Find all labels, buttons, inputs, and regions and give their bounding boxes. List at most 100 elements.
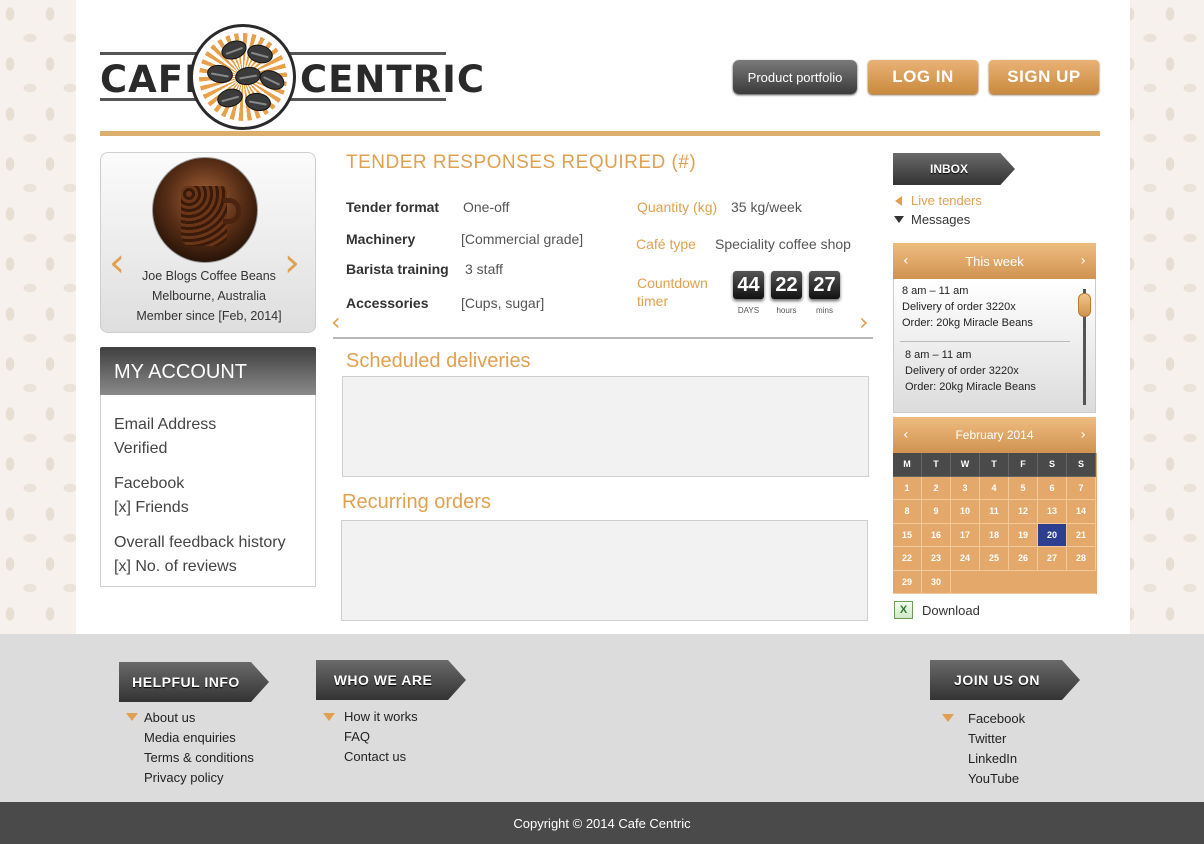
footer-link-facebook[interactable]: Facebook <box>968 709 1025 729</box>
calendar-day[interactable]: 14 <box>1067 500 1096 524</box>
header-divider <box>100 131 1100 136</box>
account-facebook: Facebook [x] Friends <box>114 472 315 520</box>
calendar-day[interactable]: 20 <box>1038 523 1067 547</box>
calendar-day[interactable]: 27 <box>1038 547 1067 571</box>
list-item[interactable]: 8 am – 11 am Delivery of order 3220x Ord… <box>902 283 1033 331</box>
join-us-tab: JOIN US ON <box>930 660 1080 700</box>
calendar-day[interactable]: 4 <box>980 476 1009 500</box>
facebook-friends: [x] Friends <box>114 499 189 516</box>
feedback-reviews: [x] No. of reviews <box>114 558 237 575</box>
footer-link-linkedin[interactable]: LinkedIn <box>968 749 1025 769</box>
event-order: Order: 20kg Miracle Beans <box>902 317 1033 329</box>
calendar-day[interactable]: 22 <box>893 547 922 571</box>
copyright-bar: Copyright © 2014 Cafe Centric <box>0 802 1204 844</box>
week-title: This week <box>965 253 1024 269</box>
facebook-label: Facebook <box>114 475 185 492</box>
calendar-weekday: T <box>922 453 951 477</box>
calendar-day[interactable]: 10 <box>951 500 980 524</box>
event-order: Order: 20kg Miracle Beans <box>905 381 1036 393</box>
avatar <box>152 157 258 263</box>
calendar-day[interactable]: 1 <box>893 476 922 500</box>
week-next-icon[interactable]: › <box>1080 243 1086 279</box>
calendar-day[interactable]: 3 <box>951 476 980 500</box>
list-item[interactable]: 8 am – 11 am Delivery of order 3220x Ord… <box>905 347 1036 395</box>
calendar-weekday: M <box>893 453 922 477</box>
calendar-day[interactable]: 5 <box>1009 476 1038 500</box>
quantity-label: Quantity (kg) <box>637 199 718 215</box>
countdown-hours: 22 <box>771 271 802 299</box>
month-next-icon[interactable]: › <box>1080 417 1086 453</box>
profile-member-since: Member since [Feb, 2014] <box>136 309 282 323</box>
footer-link-how[interactable]: How it works <box>344 707 418 727</box>
calendar-day[interactable]: 8 <box>893 500 922 524</box>
machinery-value: [Commercial grade] <box>461 231 584 247</box>
calendar-day[interactable]: 18 <box>980 523 1009 547</box>
mug-handle-icon <box>223 198 241 224</box>
countdown-days: 44 <box>733 271 764 299</box>
cafe-centric-logo[interactable]: CAFE CENTRIC <box>100 22 484 132</box>
calendar-day[interactable]: 11 <box>980 500 1009 524</box>
my-account-header: MY ACCOUNT <box>100 347 316 395</box>
footer-link-twitter[interactable]: Twitter <box>968 729 1025 749</box>
footer-link-media[interactable]: Media enquiries <box>144 728 254 748</box>
calendar-day[interactable]: 13 <box>1038 500 1067 524</box>
live-tenders-link[interactable]: Live tenders <box>911 193 982 208</box>
cafe-type-value: Speciality coffee shop <box>715 236 851 252</box>
calendar-day[interactable]: 2 <box>922 476 951 500</box>
week-events-list[interactable]: 8 am – 11 am Delivery of order 3220x Ord… <box>893 279 1096 413</box>
calendar-day[interactable]: 29 <box>893 570 922 594</box>
recurring-orders-box <box>341 520 868 621</box>
signup-button[interactable]: SIGN UP <box>989 60 1099 94</box>
calendar-day[interactable]: 12 <box>1009 500 1038 524</box>
footer-link-faq[interactable]: FAQ <box>344 727 418 747</box>
footer-link-privacy[interactable]: Privacy policy <box>144 768 254 788</box>
who-we-are-list: How it works FAQ Contact us <box>344 707 418 767</box>
profile-info: Joe Blogs Coffee Beans Melbourne, Austra… <box>101 266 317 326</box>
feedback-label: Overall feedback history <box>114 534 286 551</box>
countdown-label-2: timer <box>637 293 669 309</box>
calendar-day[interactable]: 19 <box>1009 523 1038 547</box>
hours-unit: hours <box>776 306 797 315</box>
footer-link-terms[interactable]: Terms & conditions <box>144 748 254 768</box>
tender-next-icon[interactable]: › <box>859 308 869 336</box>
calendar-day[interactable]: 17 <box>951 523 980 547</box>
footer-link-about[interactable]: About us <box>144 708 254 728</box>
calendar-day[interactable]: 6 <box>1038 476 1067 500</box>
helpful-info-list: About us Media enquiries Terms & conditi… <box>144 708 254 788</box>
calendar-day[interactable]: 26 <box>1009 547 1038 571</box>
logo-word-right: CENTRIC <box>300 58 486 101</box>
scheduled-deliveries-title: Scheduled deliveries <box>346 350 531 372</box>
product-portfolio-button[interactable]: Product portfolio <box>733 60 857 94</box>
footer-link-youtube[interactable]: YouTube <box>968 769 1025 789</box>
calendar-day[interactable]: 30 <box>922 570 951 594</box>
tender-format-label: Tender format <box>346 199 440 215</box>
download-link[interactable]: Download <box>922 603 980 618</box>
month-prev-icon[interactable]: ‹ <box>903 417 909 453</box>
inbox-tab[interactable]: INBOX <box>893 153 1015 185</box>
calendar-day[interactable]: 9 <box>922 500 951 524</box>
calendar-day[interactable]: 23 <box>922 547 951 571</box>
calendar-day[interactable]: 15 <box>893 523 922 547</box>
calendar-day[interactable]: 25 <box>980 547 1009 571</box>
scrollbar-thumb[interactable] <box>1078 293 1091 317</box>
calendar-weekday: S <box>1067 453 1096 477</box>
coffee-beans-icon <box>190 24 296 130</box>
excel-icon[interactable]: X <box>894 601 913 619</box>
footer-link-contact[interactable]: Contact us <box>344 747 418 767</box>
tender-prev-icon[interactable]: ‹ <box>331 308 341 336</box>
tender-format-value: One-off <box>463 199 510 215</box>
barista-value: 3 staff <box>465 261 503 277</box>
calendar-grid: M T W T F S S 1 2 3 4 5 6 7 8 9 10 11 12 13 14 15 16 17 18 19 20 21… <box>893 453 1097 594</box>
my-account-panel: Email Address Verified Facebook [x] Frie… <box>100 395 316 587</box>
calendar-day[interactable]: 24 <box>951 547 980 571</box>
calendar-day[interactable]: 7 <box>1067 476 1096 500</box>
calendar-day[interactable]: 28 <box>1067 547 1096 571</box>
coffee-mug-icon <box>181 186 227 246</box>
calendar-day[interactable]: 16 <box>922 523 951 547</box>
messages-link[interactable]: Messages <box>911 212 970 227</box>
login-button[interactable]: LOG IN <box>868 60 978 94</box>
week-prev-icon[interactable]: ‹ <box>903 243 909 279</box>
event-line: Delivery of order 3220x <box>902 301 1016 313</box>
calendar-day[interactable]: 21 <box>1067 523 1096 547</box>
accessories-value: [Cups, sugar] <box>461 295 545 311</box>
